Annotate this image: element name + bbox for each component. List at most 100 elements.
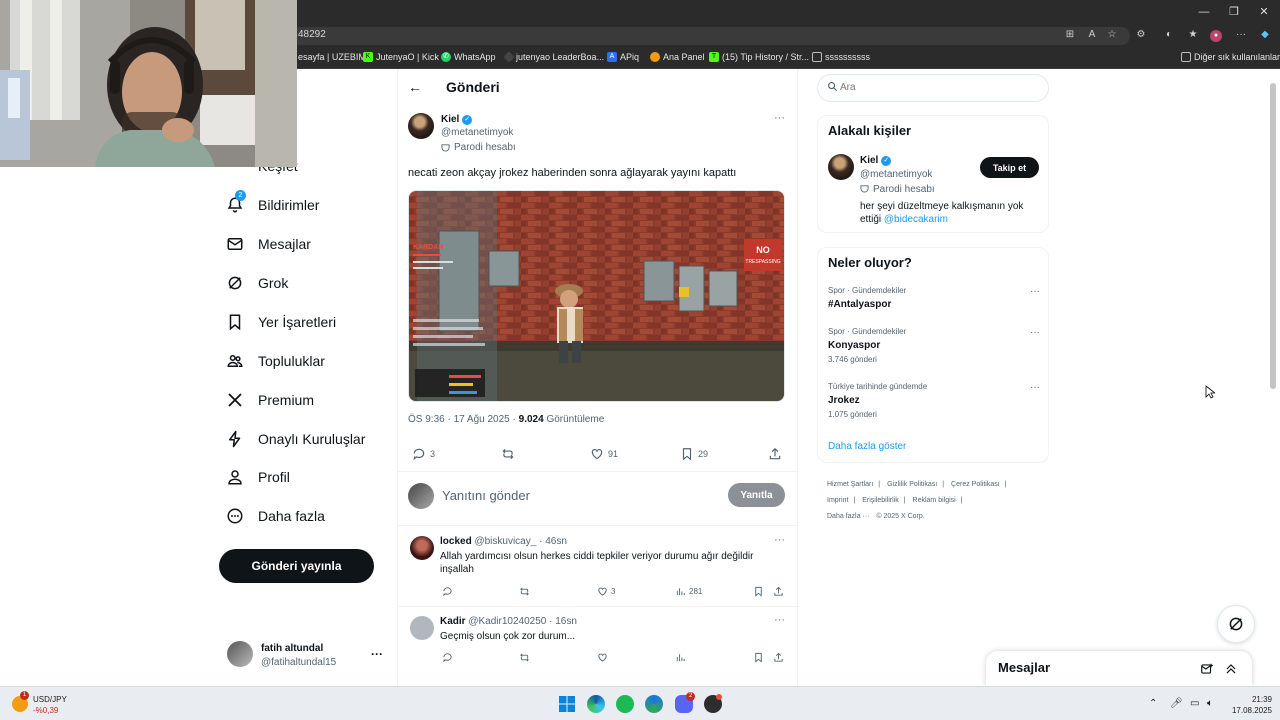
bookmark-item[interactable]: ✆ WhatsApp bbox=[441, 52, 496, 62]
chevron-up-icon[interactable] bbox=[1224, 662, 1238, 676]
bookmark-item[interactable]: esayfa | UZEBIM bbox=[298, 52, 366, 62]
sidebar-item-more[interactable]: Daha fazla bbox=[226, 503, 325, 529]
footer-link[interactable]: Çerez Politikası bbox=[951, 481, 1000, 488]
person-name[interactable]: Kiel ✓ bbox=[860, 155, 892, 166]
bookmark-item[interactable]: A APiq bbox=[607, 52, 639, 62]
like-action[interactable]: 3 bbox=[597, 586, 615, 597]
display-icon[interactable]: ▭ bbox=[1190, 698, 1199, 709]
post-media-image[interactable]: NO TRESPASSING KARDAN bbox=[408, 190, 785, 402]
volume-icon[interactable]: 🔈︎ bbox=[1207, 698, 1213, 709]
footer-link[interactable]: Imprint bbox=[827, 497, 848, 504]
like-action[interactable] bbox=[597, 652, 608, 663]
reply-input[interactable]: Yanıtını gönder bbox=[442, 488, 530, 503]
follow-button[interactable]: Takip et bbox=[980, 157, 1039, 178]
more-icon[interactable]: ··· bbox=[1030, 286, 1040, 297]
retweet-action[interactable] bbox=[501, 447, 519, 461]
favorite-star-icon[interactable]: ☆ bbox=[1105, 29, 1119, 40]
more-icon[interactable]: ··· bbox=[1030, 382, 1040, 393]
share-action[interactable] bbox=[768, 447, 782, 461]
favorites-icon[interactable]: ★ bbox=[1186, 29, 1200, 40]
reply-author-name[interactable]: Kadir bbox=[440, 616, 466, 627]
reply-item[interactable]: Kadir @Kadir10240250 · 16sn ··· Geçmiş o… bbox=[398, 614, 799, 666]
sidebar-item-premium[interactable]: Premium bbox=[226, 387, 314, 413]
copilot-icon[interactable]: ◆ bbox=[1258, 29, 1272, 40]
post-author[interactable]: Kiel ✓ bbox=[441, 114, 473, 125]
more-icon[interactable]: ··· bbox=[1030, 327, 1040, 338]
sidebar-item-profile[interactable]: Profil bbox=[226, 464, 290, 490]
post-compose-button[interactable]: Gönderi yayınla bbox=[219, 549, 374, 583]
sidebar-item-notifications[interactable]: 2 Bildirimler bbox=[226, 190, 319, 218]
reply-author-handle[interactable]: @biskuvicay_ bbox=[474, 536, 536, 547]
footer-link[interactable]: Gizlilik Politikası bbox=[887, 481, 937, 488]
sidebar-item-grok[interactable]: Grok bbox=[226, 270, 288, 296]
chrome-like-app-icon[interactable] bbox=[645, 695, 663, 713]
bookmark-action[interactable] bbox=[753, 652, 764, 663]
extension-icon[interactable]: ◐ bbox=[1162, 29, 1176, 40]
more-icon[interactable]: ··· bbox=[774, 534, 785, 546]
bookmark-item[interactable]: T (15) Tip History / Str... bbox=[709, 52, 809, 62]
more-icon[interactable]: ··· bbox=[371, 647, 383, 661]
footer-link[interactable]: Erişilebilirlik bbox=[862, 497, 899, 504]
edge-browser-icon[interactable] bbox=[587, 695, 605, 713]
author-handle[interactable]: @metanetimyok bbox=[441, 127, 513, 138]
reply-author-handle[interactable]: @Kadir10240250 bbox=[468, 616, 546, 627]
profile-avatar-icon[interactable]: ● bbox=[1210, 30, 1222, 42]
share-action[interactable] bbox=[773, 586, 784, 597]
person-handle[interactable]: @metanetimyok bbox=[860, 169, 932, 180]
minimize-button[interactable]: — bbox=[1188, 0, 1220, 25]
search-box[interactable] bbox=[817, 74, 1049, 102]
sidebar-item-communities[interactable]: Topluluklar bbox=[226, 348, 325, 374]
bookmark-action[interactable]: 29 bbox=[680, 447, 708, 461]
read-aloud-icon[interactable]: A bbox=[1085, 29, 1099, 40]
reply-action[interactable]: 3 bbox=[412, 447, 435, 461]
page-scrollbar[interactable] bbox=[1270, 83, 1276, 389]
restore-button[interactable]: ❐ bbox=[1218, 0, 1250, 25]
footer-link[interactable]: Reklam bilgisi bbox=[913, 497, 956, 504]
clock-date[interactable]: 17.08.2025 bbox=[1226, 706, 1272, 715]
spotify-icon[interactable] bbox=[616, 695, 634, 713]
reply-action[interactable] bbox=[442, 586, 453, 597]
grok-floating-button[interactable] bbox=[1217, 605, 1255, 643]
share-action[interactable] bbox=[773, 652, 784, 663]
close-window-button[interactable]: ✕ bbox=[1248, 0, 1280, 25]
reply-submit-button[interactable]: Yanıtla bbox=[728, 483, 785, 507]
more-icon[interactable]: ··· bbox=[774, 614, 785, 626]
footer-link[interactable]: Daha fazla ··· bbox=[827, 513, 869, 520]
bookmark-item[interactable]: K JutenyaO | Kick bbox=[363, 52, 439, 62]
chevron-up-icon[interactable]: ⌃ bbox=[1149, 698, 1157, 709]
avatar[interactable] bbox=[408, 113, 434, 139]
new-message-icon[interactable] bbox=[1200, 662, 1214, 676]
avatar[interactable] bbox=[828, 154, 854, 180]
sidebar-item-bookmarks[interactable]: Yer İşaretleri bbox=[226, 309, 336, 335]
sidebar-item-messages[interactable]: Mesajlar bbox=[226, 231, 311, 257]
account-switcher[interactable]: fatih altundal @fatihaltundal15 ··· bbox=[227, 641, 387, 671]
clock-time[interactable]: 21:39 bbox=[1226, 695, 1272, 704]
views-action[interactable]: 281 bbox=[675, 586, 702, 597]
microphone-icon[interactable]: 🎤︎ bbox=[1170, 698, 1183, 709]
bookmark-action[interactable] bbox=[753, 586, 764, 597]
sidebar-item-verified-orgs[interactable]: Onaylı Kuruluşlar bbox=[226, 426, 365, 452]
search-input[interactable] bbox=[840, 82, 1040, 93]
apps-icon[interactable]: ⊞ bbox=[1063, 29, 1077, 40]
more-icon[interactable]: ··· bbox=[774, 112, 785, 124]
views-action[interactable] bbox=[675, 652, 686, 663]
bookmark-item[interactable]: Ana Panel bbox=[650, 52, 705, 62]
reply-author-name[interactable]: locked bbox=[440, 536, 472, 547]
messages-drawer[interactable]: Mesajlar bbox=[986, 651, 1252, 686]
trend-item[interactable]: Spor · Gündemdekiler #Antalyaspor ··· bbox=[828, 286, 1040, 310]
windows-start-icon[interactable] bbox=[558, 695, 576, 713]
bio-mention-link[interactable]: @bidecakarim bbox=[884, 214, 948, 225]
other-bookmarks-folder[interactable]: Diğer sık kullanılanlar bbox=[1181, 52, 1280, 62]
bookmark-item[interactable]: jutenyao LeaderBoa... bbox=[503, 51, 604, 63]
like-action[interactable]: 91 bbox=[590, 447, 618, 461]
back-arrow-icon[interactable]: ← bbox=[408, 79, 422, 95]
extensions-icon[interactable]: ⚙ bbox=[1134, 29, 1148, 40]
bookmark-item[interactable]: ssssssssss bbox=[812, 52, 870, 62]
trend-item[interactable]: Spor · Gündemdekiler Konyaspor 3.746 gön… bbox=[828, 327, 1040, 364]
trend-item[interactable]: Türkiye tarihinde gündemde Jrokez 1.075 … bbox=[828, 382, 1040, 419]
show-more-link[interactable]: Daha fazla göster bbox=[828, 441, 906, 452]
more-menu-icon[interactable]: ··· bbox=[1234, 29, 1248, 40]
address-bar[interactable]: 48292 bbox=[290, 27, 1130, 45]
footer-link[interactable]: Hizmet Şartları bbox=[827, 481, 873, 488]
reply-item[interactable]: locked @biskuvicay_ · 46sn ··· Allah yar… bbox=[398, 534, 799, 597]
